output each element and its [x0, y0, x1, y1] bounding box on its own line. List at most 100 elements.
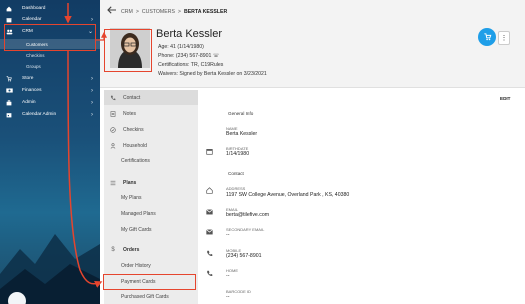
breadcrumb: CRM > CUSTOMERS > BERTA KESSLER: [121, 9, 227, 15]
sidebar-item-dashboard[interactable]: Dashboard: [0, 3, 100, 14]
cart-icon: [483, 33, 491, 41]
secondary-email-label: SECONDARY EMAIL: [226, 227, 265, 232]
waivers-line: Waivers: Signed by Berta Kessler on 3/23…: [158, 71, 267, 77]
breadcrumb-separator: >: [177, 9, 181, 15]
age-line: Age: 41 (1/14/1980): [158, 44, 204, 50]
sidebar-item-store[interactable]: Store ›: [0, 73, 100, 84]
money-icon: [4, 88, 14, 93]
subnav-label: Orders: [123, 246, 140, 253]
phone-line: Phone: (234) 567-8901 ☏: [158, 53, 219, 59]
sidebar-item-label: Calendar: [22, 17, 42, 22]
secondary-email-icon: [206, 229, 213, 235]
subnav-checkins[interactable]: Checkins: [104, 122, 198, 137]
person-icon: [108, 142, 118, 149]
edit-button[interactable]: EDIT: [500, 96, 510, 101]
breadcrumb-separator: >: [135, 9, 139, 15]
email-icon: [206, 209, 213, 215]
calendar-icon: [4, 17, 14, 23]
subnav-orders-heading: $ Orders: [104, 242, 198, 257]
sidebar-item-finances[interactable]: Finances ›: [0, 85, 100, 96]
annotation-box-payment-cards: [103, 274, 196, 290]
secondary-email-value: --: [226, 232, 230, 238]
list-icon: [108, 180, 118, 186]
cart-icon: [4, 75, 14, 82]
more-vertical-icon: ⋮: [500, 35, 508, 42]
subnav-my-plans[interactable]: My Plans: [104, 190, 198, 205]
breadcrumb-customers[interactable]: CUSTOMERS: [142, 9, 175, 15]
chevron-right-icon: ›: [91, 111, 93, 118]
subnav-label: Household: [123, 142, 147, 149]
phone-icon: ☏: [212, 53, 220, 59]
dollar-icon: $: [111, 246, 115, 253]
calendar-admin-icon: [4, 112, 14, 118]
sidebar-item-label: Calendar Admin: [22, 112, 57, 117]
sidebar-subitem-groups[interactable]: Groups: [0, 61, 100, 71]
chevron-right-icon: ›: [91, 99, 93, 106]
subnav-label: Contact: [123, 94, 141, 101]
briefcase-icon: [4, 99, 14, 106]
annotation-box-crm: [4, 24, 96, 51]
subnav-household[interactable]: Household: [104, 138, 198, 153]
subnav-label: Purchased Gift Cards: [121, 293, 169, 300]
home-icon: [206, 187, 213, 194]
annotation-box-avatar: [104, 29, 152, 72]
sidebar-item-label: Dashboard: [22, 6, 46, 11]
home-phone-icon: [206, 270, 213, 277]
subnav-my-gift-cards[interactable]: My Gift Cards: [104, 222, 198, 237]
subnav-order-history[interactable]: Order History: [104, 258, 198, 273]
sidebar-item-admin[interactable]: Admin ›: [0, 97, 100, 108]
sidebar-item-label: Store: [22, 76, 34, 81]
back-arrow-icon[interactable]: [107, 6, 117, 17]
customer-subnav: Contact Notes Checkins Household Certifi…: [104, 90, 198, 304]
subnav-label: My Plans: [121, 194, 142, 201]
sidebar-item-label: Admin: [22, 100, 36, 105]
add-to-cart-button[interactable]: [478, 28, 496, 46]
subnav-purchased-gift-cards[interactable]: Purchased Gift Cards: [104, 289, 198, 304]
sidebar-subitem-checkins[interactable]: Checkins: [0, 50, 100, 60]
chevron-right-icon: ›: [91, 16, 93, 23]
subnav-label: My Gift Cards: [121, 226, 152, 233]
barcode-value: --: [226, 294, 230, 300]
mobile-phone-icon: [206, 250, 213, 257]
certifications-line: Certifications: TR, C19Rules: [158, 62, 224, 68]
email-value: berta@tilefive.com: [226, 212, 270, 218]
contact-title: Contact: [228, 171, 244, 176]
chevron-right-icon: ›: [91, 87, 93, 94]
subnav-certifications[interactable]: Certifications: [104, 153, 198, 168]
notes-icon: [108, 110, 118, 117]
subnav-label: Notes: [123, 110, 137, 117]
check-circle-icon: [108, 126, 118, 133]
birthdate-value: 1/14/1980: [226, 151, 250, 157]
mobile-value: (234) 567-8901: [226, 253, 262, 259]
calendar-icon: [206, 148, 213, 155]
phone-text: Phone: (234) 567-8901: [158, 53, 212, 59]
subnav-label: Plans: [123, 179, 137, 186]
address-value: 1197 SW College Avenue, Overland Park , …: [226, 192, 350, 198]
sidebar-subitem-label: Checkins: [26, 52, 45, 58]
name-value: Berta Kessler: [226, 131, 258, 137]
phone-icon: [108, 95, 118, 101]
subnav-notes[interactable]: Notes: [104, 106, 198, 121]
sidebar-subitem-label: Groups: [26, 63, 41, 69]
more-options-button[interactable]: ⋮: [498, 31, 510, 45]
general-info-title: General Info: [228, 111, 254, 116]
subnav-contact[interactable]: Contact: [104, 90, 198, 105]
chevron-right-icon: ›: [91, 75, 93, 82]
subnav-plans-heading: Plans: [104, 175, 198, 190]
subnav-label: Checkins: [123, 126, 144, 133]
subnav-label: Certifications: [121, 157, 150, 164]
address-label: ADDRESS: [226, 186, 246, 191]
subnav-label: Managed Plans: [121, 210, 156, 217]
sidebar-item-label: Finances: [22, 88, 42, 93]
home-value: --: [226, 273, 230, 279]
subnav-label: Order History: [121, 262, 151, 269]
sidebar-item-calendar-admin[interactable]: Calendar Admin ›: [0, 109, 100, 120]
help-button[interactable]: [8, 292, 26, 304]
mountain-background: [0, 234, 100, 304]
home-icon: [4, 6, 14, 12]
subnav-managed-plans[interactable]: Managed Plans: [104, 206, 198, 221]
breadcrumb-current: BERTA KESSLER: [183, 9, 228, 15]
customer-name: Berta Kessler: [156, 28, 223, 40]
barcode-label: BARCODE ID: [226, 289, 251, 294]
breadcrumb-crm[interactable]: CRM: [121, 9, 133, 15]
